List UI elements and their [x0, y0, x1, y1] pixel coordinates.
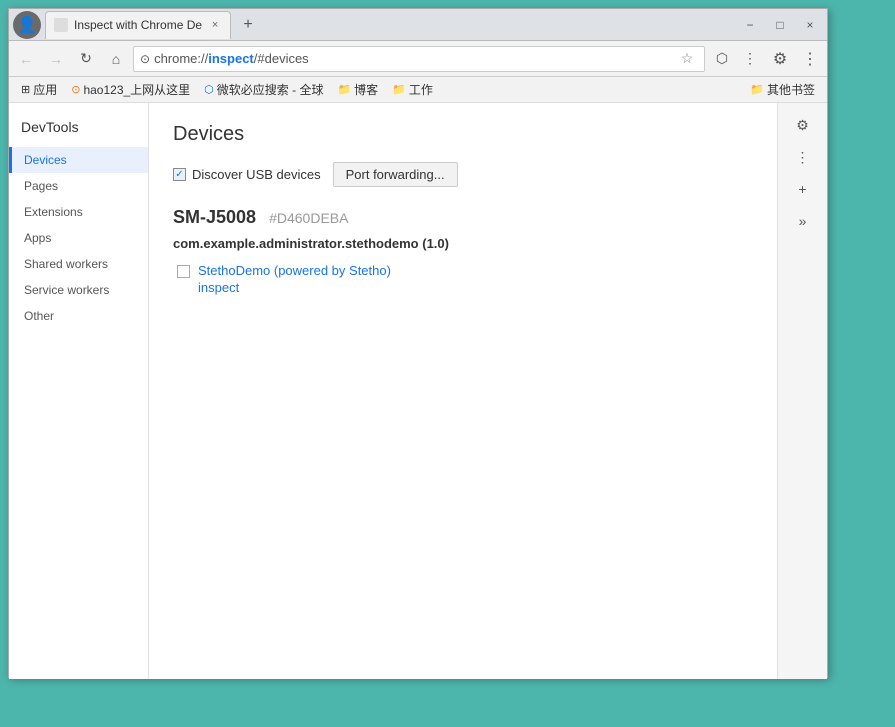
sidebar-item-extensions[interactable]: Extensions	[9, 199, 148, 225]
sidebar-item-shared-workers[interactable]: Shared workers	[9, 251, 148, 277]
right-panel-overflow-btn[interactable]: »	[785, 207, 821, 235]
sidebar-item-service-workers[interactable]: Service workers	[9, 277, 148, 303]
right-panel: ⚙ ⋮ + »	[777, 103, 827, 679]
window-controls: − □ ×	[737, 15, 823, 35]
bookmark-other-label: 其他书签	[767, 81, 815, 98]
bookmark-bing[interactable]: ⬡ 微软必应搜索 - 全球	[198, 79, 329, 100]
sidebar-service-workers-label: Service workers	[24, 283, 109, 297]
tab-title: Inspect with Chrome De	[74, 18, 202, 32]
toolbar-icons: ⬡ ⋮	[709, 46, 763, 72]
address-text: chrome://inspect/#devices	[154, 51, 672, 66]
sidebar-devices-label: Devices	[24, 153, 67, 167]
discover-usb-text: Discover USB devices	[192, 167, 321, 182]
bookmark-hao123[interactable]: ⊙ hao123_上网从这里	[65, 79, 196, 100]
discover-usb-label[interactable]: Discover USB devices	[173, 167, 321, 182]
sidebar-extensions-label: Extensions	[24, 205, 83, 219]
browser-tab[interactable]: Inspect with Chrome De ×	[45, 11, 231, 39]
bookmark-work-label: 工作	[409, 81, 433, 98]
blog-folder-icon: 📁	[337, 83, 351, 96]
right-panel-more-btn[interactable]: ⋮	[785, 143, 821, 171]
main-content: DevTools Devices Pages Extensions Apps S…	[9, 103, 827, 679]
devtools-more-button[interactable]: ⋮	[797, 46, 823, 72]
maximize-button[interactable]: □	[767, 15, 793, 35]
bing-icon: ⬡	[204, 83, 214, 96]
apps-grid-icon: ⊞	[21, 83, 30, 96]
bookmark-star-button[interactable]: ☆	[676, 48, 698, 70]
profile-icon[interactable]: 👤	[13, 11, 41, 39]
url-host: inspect	[208, 51, 254, 66]
bookmark-bing-label: 微软必应搜索 - 全球	[217, 81, 324, 98]
bookmark-other[interactable]: 📁 其他书签	[744, 79, 821, 100]
page-content: Devices Discover USB devices Port forwar…	[149, 103, 777, 679]
discover-row: Discover USB devices Port forwarding...	[173, 162, 753, 187]
sidebar-item-pages[interactable]: Pages	[9, 173, 148, 199]
bookmark-apps[interactable]: ⊞ 应用	[15, 79, 63, 100]
inspect-link[interactable]: inspect	[198, 280, 391, 295]
sidebar-shared-workers-label: Shared workers	[24, 257, 108, 271]
close-button[interactable]: ×	[797, 15, 823, 35]
bookmark-work[interactable]: 📁 工作	[386, 79, 439, 100]
back-button[interactable]: ←	[13, 46, 39, 72]
tab-close-button[interactable]: ×	[208, 18, 222, 32]
device-name-text: SM-J5008	[173, 207, 256, 227]
extensions-button[interactable]: ⬡	[709, 46, 735, 72]
webview-title-link[interactable]: StethoDemo (powered by Stetho)	[198, 263, 391, 278]
right-panel-add-btn[interactable]: +	[785, 175, 821, 203]
sidebar-item-devices[interactable]: Devices	[9, 147, 148, 173]
port-forwarding-button[interactable]: Port forwarding...	[333, 162, 458, 187]
sidebar-apps-label: Apps	[24, 231, 51, 245]
home-button[interactable]: ⌂	[103, 46, 129, 72]
address-bar[interactable]: ⊙ chrome://inspect/#devices ☆	[133, 46, 705, 72]
page-title: Devices	[173, 123, 753, 146]
right-panel-settings-btn[interactable]: ⚙	[785, 111, 821, 139]
lock-icon: ⊙	[140, 52, 150, 66]
menu-button[interactable]: ⋮	[737, 46, 763, 72]
forward-button[interactable]: →	[43, 46, 69, 72]
devtools-settings-button[interactable]: ⚙	[767, 46, 793, 72]
url-scheme: chrome://	[154, 51, 208, 66]
browser-window: 👤 Inspect with Chrome De × + − □ × ← → ↻…	[8, 8, 828, 678]
sidebar-item-apps[interactable]: Apps	[9, 225, 148, 251]
bookmark-blog[interactable]: 📁 博客	[331, 79, 384, 100]
hao123-icon: ⊙	[71, 83, 80, 96]
toolbar: ← → ↻ ⌂ ⊙ chrome://inspect/#devices ☆ ⬡ …	[9, 41, 827, 77]
tab-favicon	[54, 18, 68, 32]
device-name: SM-J5008 #D460DEBA	[173, 207, 753, 228]
sidebar-item-other[interactable]: Other	[9, 303, 148, 329]
sidebar-other-label: Other	[24, 309, 54, 323]
new-tab-button[interactable]: +	[235, 12, 261, 38]
title-bar: 👤 Inspect with Chrome De × + − □ ×	[9, 9, 827, 41]
bookmark-blog-label: 博客	[354, 81, 378, 98]
device-id: #D460DEBA	[269, 210, 348, 226]
webview-row: StethoDemo (powered by Stetho) inspect	[177, 263, 753, 295]
minimize-button[interactable]: −	[737, 15, 763, 35]
reload-button[interactable]: ↻	[73, 46, 99, 72]
url-path: /#devices	[254, 51, 309, 66]
webview-checkbox[interactable]	[177, 265, 190, 278]
webview-info: StethoDemo (powered by Stetho) inspect	[198, 263, 391, 295]
bookmark-hao123-label: hao123_上网从这里	[83, 81, 190, 98]
discover-usb-checkbox[interactable]	[173, 168, 186, 181]
app-name: com.example.administrator.stethodemo (1.…	[173, 236, 753, 251]
bookmark-apps-label: 应用	[33, 81, 57, 98]
sidebar: DevTools Devices Pages Extensions Apps S…	[9, 103, 149, 679]
work-folder-icon: 📁	[392, 83, 406, 96]
devtools-title: DevTools	[9, 111, 148, 143]
bookmarks-bar: ⊞ 应用 ⊙ hao123_上网从这里 ⬡ 微软必应搜索 - 全球 📁 博客 📁…	[9, 77, 827, 103]
sidebar-pages-label: Pages	[24, 179, 58, 193]
other-folder-icon: 📁	[750, 83, 764, 96]
